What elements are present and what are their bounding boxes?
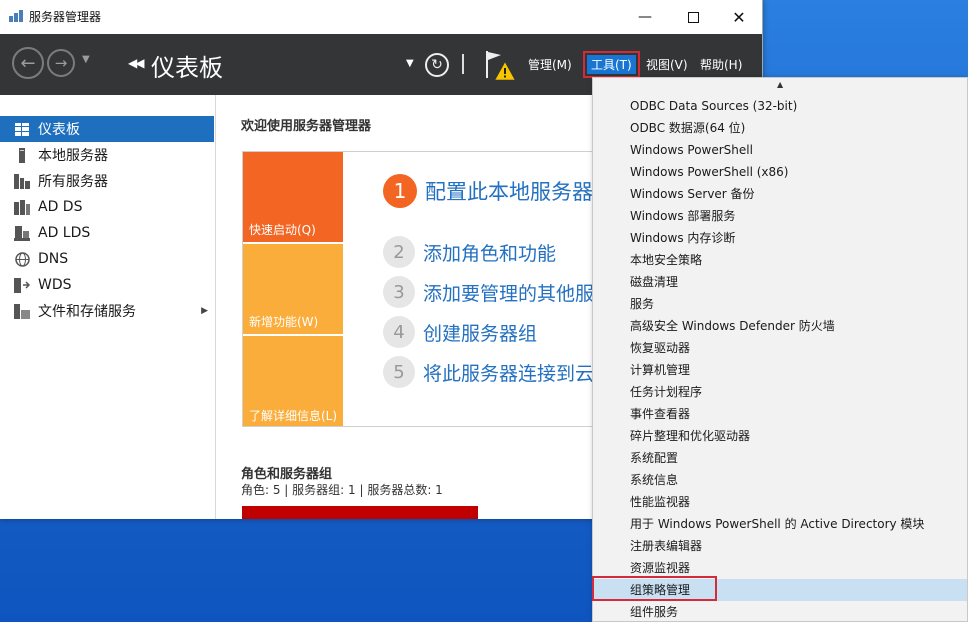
roles-summary: 角色: 5 | 服务器组: 1 | 服务器总数: 1 [241,483,443,497]
sidebar-item-ad-ds[interactable]: AD DS [0,194,214,220]
dashboard-icon [14,121,30,137]
tools-menu-item[interactable]: Windows 内存诊断 [593,227,967,249]
storage-icon [14,303,30,319]
step-number: 4 [383,316,415,348]
tools-menu-item[interactable]: 系统信息 [593,469,967,491]
sidebar-item-all-servers[interactable]: 所有服务器 [0,168,214,194]
tools-menu-item[interactable]: 服务 [593,293,967,315]
tile-label: 了解详细信息(L) [249,409,338,423]
sidebar-item-label: WDS [38,277,72,293]
tools-menu-item[interactable]: ODBC 数据源(64 位) [593,117,967,139]
tools-menu-item[interactable]: 用于 Windows PowerShell 的 Active Directory… [593,513,967,535]
welcome-heading: 欢迎使用服务器管理器 [241,119,372,134]
server-manager-icon [9,10,23,22]
tile-label: 新增功能(W) [249,315,319,329]
step-link[interactable]: 创建服务器组 [423,319,537,346]
servers-icon [14,173,30,189]
page-title: 仪表板 [151,54,223,82]
minimize-button[interactable]: — [622,0,668,34]
step-number: 3 [383,276,415,308]
sidebar-item-file-storage[interactable]: 文件和存储服务 ▶ [0,298,214,324]
scroll-up-icon[interactable]: ▲ [777,80,783,89]
toolbar-separator [462,54,464,74]
expand-chevron-icon[interactable]: ▶ [201,306,208,316]
step-number: 1 [383,174,417,208]
forward-arrow-icon: → [54,54,68,72]
close-button[interactable]: ✕ [716,0,762,34]
title-bar: 服务器管理器 — ✕ [0,0,762,34]
sidebar-item-wds[interactable]: WDS [0,272,214,298]
tools-menu-item[interactable]: Windows Server 备份 [593,183,967,205]
tools-menu-item[interactable]: 磁盘清理 [593,271,967,293]
back-button[interactable]: ← [12,47,44,79]
minimize-icon: — [638,9,652,25]
ad-ds-icon [14,199,30,215]
sidebar-item-dns[interactable]: DNS [0,246,214,272]
tile-label: 快速启动(Q) [249,223,316,237]
tools-menu-item[interactable]: Windows PowerShell (x86) [593,161,967,183]
sidebar-item-dashboard[interactable]: 仪表板 [0,116,214,142]
tile-whats-new[interactable]: 新增功能(W) [243,244,343,334]
role-tile-header[interactable] [242,506,478,519]
wds-icon [14,277,30,293]
tools-menu-item[interactable]: 本地安全策略 [593,249,967,271]
maximize-button[interactable] [670,0,716,34]
sidebar: 仪表板 本地服务器 所有服务器 AD DS AD LDS DNS WDS 文件和… [0,95,216,519]
menu-help[interactable]: 帮助(H) [696,55,746,74]
sidebar-item-label: AD DS [38,199,83,215]
sidebar-item-local-server[interactable]: 本地服务器 [0,142,214,168]
menu-manage[interactable]: 管理(M) [524,55,576,74]
tools-menu-item[interactable]: 性能监视器 [593,491,967,513]
highlight-box-group-policy [592,576,717,601]
sidebar-item-label: 仪表板 [38,122,80,138]
tile-quick-start[interactable]: 快速启动(Q) [243,152,343,242]
tools-menu-item[interactable]: 恢复驱动器 [593,337,967,359]
roles-heading: 角色和服务器组 [241,467,333,482]
ad-lds-icon [14,225,30,241]
menu-view[interactable]: 视图(V) [642,55,692,74]
maximize-icon [687,11,699,23]
tools-menu-item[interactable]: 注册表编辑器 [593,535,967,557]
tools-menu-item[interactable]: 事件查看器 [593,403,967,425]
step-link[interactable]: 配置此本地服务器 [425,176,593,206]
breadcrumb-arrow-icon: ◀◀ [128,56,145,70]
breadcrumb-dropdown-icon[interactable]: ▼ [406,58,414,69]
tools-menu-item[interactable]: Windows PowerShell [593,139,967,161]
step-configure-local-server[interactable]: 1 配置此本地服务器 [383,174,593,208]
dns-icon [14,251,30,267]
sidebar-item-ad-lds[interactable]: AD LDS [0,220,214,246]
close-icon: ✕ [732,7,746,27]
tools-menu-item[interactable]: 组件服务 [593,601,967,621]
tools-menu-item[interactable]: 高级安全 Windows Defender 防火墙 [593,315,967,337]
step-link[interactable]: 添加角色和功能 [423,239,556,266]
step-number: 5 [383,356,415,388]
tools-menu-item[interactable]: 系统配置 [593,447,967,469]
refresh-icon: ↻ [431,57,443,73]
back-arrow-icon: ← [20,52,36,74]
refresh-button[interactable]: ↻ [425,53,449,77]
history-dropdown-icon[interactable]: ▼ [82,54,90,65]
tools-menu-item[interactable]: 任务计划程序 [593,381,967,403]
sidebar-item-label: 文件和存储服务 [38,304,136,320]
sidebar-item-label: AD LDS [38,225,91,241]
step-create-group[interactable]: 4 创建服务器组 [383,316,537,348]
window-title: 服务器管理器 [29,10,102,24]
tools-menu-item[interactable]: ODBC Data Sources (32-bit) [593,95,967,117]
step-number: 2 [383,236,415,268]
forward-button[interactable]: → [47,49,75,77]
sidebar-item-label: 本地服务器 [38,148,108,164]
tools-dropdown-menu: ▲ ODBC Data Sources (32-bit) ODBC 数据源(64 … [592,77,968,622]
tools-menu-item[interactable]: 计算机管理 [593,359,967,381]
tools-menu-item[interactable]: 碎片整理和优化驱动器 [593,425,967,447]
step-add-roles[interactable]: 2 添加角色和功能 [383,236,556,268]
notifications-flag-icon[interactable] [483,48,517,82]
tools-menu-item[interactable]: Windows 部署服务 [593,205,967,227]
sidebar-item-label: 所有服务器 [38,174,108,190]
server-icon [14,147,30,163]
sidebar-item-label: DNS [38,251,69,267]
menu-tools[interactable]: 工具(T) [583,51,640,78]
tile-learn-more[interactable]: 了解详细信息(L) [243,336,343,426]
